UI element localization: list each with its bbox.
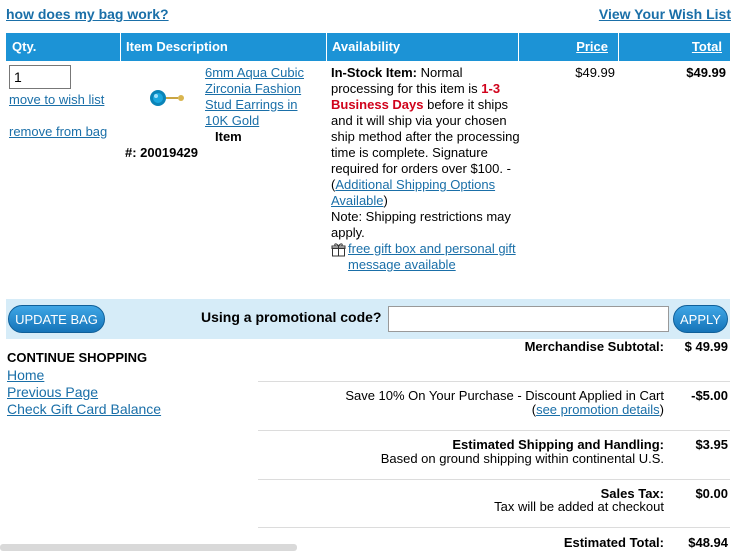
- availability-text: In-Stock Item: Normal processing for thi…: [331, 65, 521, 273]
- summary-divider: [258, 430, 730, 431]
- apply-promo-button[interactable]: APPLY: [673, 305, 728, 333]
- summary-divider: [258, 527, 730, 528]
- price-sort-link[interactable]: Price: [576, 39, 608, 54]
- shipping-note: Note: Shipping restrictions may apply.: [331, 209, 511, 240]
- promotion-details-link[interactable]: see promotion details: [536, 402, 660, 417]
- shipping-label: Estimated Shipping and Handling:: [452, 437, 664, 452]
- gift-box-link[interactable]: free gift box and personal gift message …: [348, 241, 516, 272]
- bag-actions-bar: UPDATE BAG Using a promotional code? APP…: [6, 299, 730, 339]
- how-bag-works-link[interactable]: how does my bag work?: [6, 6, 169, 22]
- promotion-details: (see promotion details): [532, 402, 664, 417]
- promo-details-close: ): [659, 402, 664, 417]
- cart-table-header: Qty. Item Description Availability Price…: [6, 33, 730, 61]
- product-thumbnail[interactable]: [142, 81, 202, 121]
- stock-label: In-Stock Item:: [331, 65, 417, 80]
- estimated-total-label: Estimated Total:: [563, 535, 664, 550]
- discount-label: Save 10% On Your Purchase - Discount App…: [345, 388, 664, 403]
- price-header[interactable]: Price: [519, 33, 619, 61]
- item-number: Item #: 20019429: [125, 129, 325, 161]
- remove-from-bag-link[interactable]: remove from bag: [9, 124, 107, 139]
- merch-subtotal-label: Merchandise Subtotal:: [524, 339, 664, 354]
- gift-box-icon: [331, 243, 346, 257]
- move-to-wish-list-link[interactable]: move to wish list: [9, 92, 104, 107]
- continue-shopping: CONTINUE SHOPPING Home Previous Page Che…: [7, 349, 247, 418]
- summary-divider: [258, 479, 730, 480]
- gift-row: free gift box and personal gift message …: [331, 241, 521, 273]
- promo-code-input[interactable]: [388, 306, 669, 332]
- qty-input[interactable]: [9, 65, 71, 89]
- shipping-value: $3.95: [695, 437, 728, 452]
- view-wish-list-link[interactable]: View Your Wish List: [599, 6, 731, 22]
- availability-text-3: ): [383, 193, 388, 208]
- shipping-options-link[interactable]: Additional Shipping Options Available: [331, 177, 495, 208]
- promo-code-label: Using a promotional code?: [201, 309, 382, 325]
- merch-subtotal-value: $ 49.99: [684, 339, 728, 354]
- update-bag-button[interactable]: UPDATE BAG: [8, 305, 105, 333]
- item-label: Item: [215, 129, 242, 144]
- gift-card-balance-link[interactable]: Check Gift Card Balance: [7, 401, 247, 418]
- tax-note: Tax will be added at checkout: [494, 499, 664, 514]
- continue-shopping-title: CONTINUE SHOPPING: [7, 350, 148, 365]
- total-header[interactable]: Total: [619, 33, 730, 61]
- discount-value: -$5.00: [691, 388, 728, 403]
- top-links: how does my bag work? View Your Wish Lis…: [6, 6, 731, 24]
- line-total: $49.99: [686, 65, 726, 80]
- shipping-note-text: Based on ground shipping within continen…: [380, 451, 664, 466]
- description-header: Item Description: [121, 33, 327, 61]
- availability-header: Availability: [327, 33, 519, 61]
- summary-divider: [258, 381, 730, 382]
- total-sort-link[interactable]: Total: [692, 39, 722, 54]
- qty-header: Qty.: [6, 33, 121, 61]
- horizontal-scrollbar[interactable]: [0, 544, 297, 551]
- home-link[interactable]: Home: [7, 367, 247, 384]
- estimated-total-value: $48.94: [688, 535, 728, 550]
- cart-item-row: move to wish list remove from bag 6mm Aq…: [6, 61, 730, 298]
- item-number-value: #: 20019429: [125, 145, 199, 160]
- product-name-link[interactable]: 6mm Aqua Cubic Zirconia Fashion Stud Ear…: [205, 65, 321, 129]
- previous-page-link[interactable]: Previous Page: [7, 384, 247, 401]
- unit-price: $49.99: [575, 65, 615, 80]
- sales-tax-value: $0.00: [695, 486, 728, 501]
